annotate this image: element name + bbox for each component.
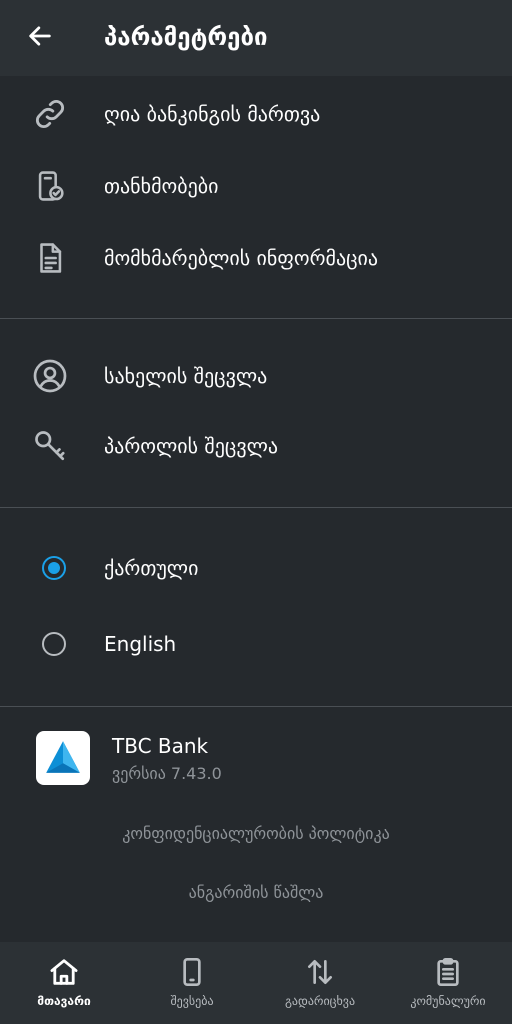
nav-item-top-up[interactable]: შევსება [128, 942, 256, 1024]
menu-item-label: პაროლის შეცვლა [104, 434, 279, 458]
menu-item-label: სახელის შეცვლა [104, 364, 268, 388]
menu-item-user-info[interactable]: მომხმარებლის ინფორმაცია [0, 226, 512, 290]
nav-label: კომუნალური [410, 994, 486, 1008]
language-option-label: English [104, 632, 177, 656]
nav-label: მთავარი [37, 994, 91, 1008]
app-name: TBC Bank [112, 734, 209, 758]
transfer-arrows-icon [308, 960, 332, 984]
arrow-left-icon [29, 26, 51, 46]
menu-item-label: ღია ბანკინგის მართვა [104, 102, 321, 126]
nav-label: შევსება [170, 994, 214, 1008]
menu-item-change-password[interactable]: პაროლის შეცვლა [0, 414, 512, 478]
phone-check-icon [38, 171, 64, 201]
section-divider [0, 318, 512, 319]
app-header: პარამეტრები [0, 0, 512, 76]
menu-item-open-banking[interactable]: ღია ბანკინგის მართვა [0, 82, 512, 146]
home-icon [50, 959, 78, 985]
app-version: ვერსია 7.43.0 [112, 764, 222, 783]
radio-selected-icon[interactable] [42, 556, 66, 580]
bottom-navigation: მთავარი შევსება გადარიცხვა კომუნალური [0, 942, 512, 1024]
phone-icon [183, 958, 201, 986]
menu-item-change-username[interactable]: სახელის შეცვლა [0, 344, 512, 408]
nav-item-home[interactable]: მთავარი [0, 942, 128, 1024]
document-icon [40, 243, 62, 273]
back-button[interactable] [22, 18, 58, 54]
user-circle-icon [33, 359, 67, 393]
nav-item-transfer[interactable]: გადარიცხვა [256, 942, 384, 1024]
link-icon [36, 100, 64, 128]
menu-item-label: თანხმობები [104, 174, 219, 198]
tbc-logo-icon [46, 741, 80, 773]
clipboard-icon [437, 958, 459, 986]
app-logo [36, 731, 90, 785]
nav-item-utilities[interactable]: კომუნალური [384, 942, 512, 1024]
language-option-georgian[interactable]: ქართული [0, 536, 512, 600]
language-option-label: ქართული [104, 556, 199, 580]
section-divider [0, 507, 512, 508]
key-icon [35, 431, 65, 461]
menu-item-label: მომხმარებლის ინფორმაცია [104, 246, 379, 270]
radio-unselected-icon[interactable] [42, 632, 66, 656]
delete-account-link[interactable]: ანგარიშის წაშლა [0, 879, 512, 907]
privacy-policy-link[interactable]: კონფიდენციალურობის პოლიტიკა [0, 820, 512, 848]
section-divider [0, 706, 512, 707]
page-title: პარამეტრები [104, 23, 268, 51]
menu-item-consents[interactable]: თანხმობები [0, 154, 512, 218]
language-option-english[interactable]: English [0, 612, 512, 676]
nav-label: გადარიცხვა [284, 994, 356, 1008]
